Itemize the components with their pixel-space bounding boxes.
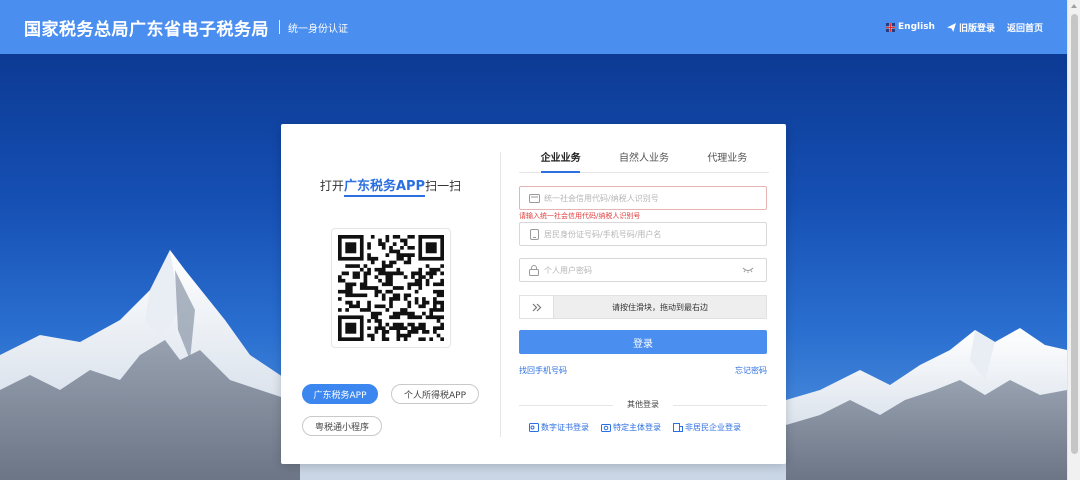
other-login-separator: 其他登录 [519,399,767,411]
other-login-methods: 数字证书登录 特定主体登录 非居民企业登录 [529,422,769,433]
password-placeholder: 个人用户密码 [544,265,592,275]
back-home-label: 返回首页 [1006,23,1043,34]
forgot-password-link[interactable]: 忘记密码 [735,365,767,376]
hide-password-eye-icon[interactable] [742,267,754,273]
app-tab-label: 个人所得税APP [403,390,466,401]
qr-code-image [338,235,444,341]
certificate-login-label: 数字证书登录 [541,423,589,432]
flag-icon [886,22,896,32]
slider-hint: 请按住滑块，拖动到最右边 [612,302,708,312]
tab-enterprise[interactable]: 企业业务 [519,151,602,173]
camera-icon [601,424,611,432]
old-version-login-link[interactable]: 旧版登录 [946,21,995,34]
certificate-login-link[interactable]: 数字证书登录 [529,422,589,433]
scan-app-name: 广东税务APP [343,179,426,197]
page-scrollbar[interactable] [1067,0,1080,480]
separator-line-right [673,405,767,406]
old-version-login-label: 旧版登录 [958,23,995,34]
english-link-label: English [898,22,935,32]
credit-code-placeholder: 统一社会信用代码/纳税人识别号 [544,193,659,203]
app-tab-iit[interactable]: 个人所得税APP [391,384,479,404]
scroll-thumb[interactable] [1071,14,1078,454]
card-divider [500,152,501,437]
header-links: English 旧版登录 返回首页 [886,0,1043,54]
credit-code-input[interactable]: 统一社会信用代码/纳税人识别号 [519,186,767,210]
scan-prefix: 打开 [319,179,344,193]
app-tab-guangdong-tax[interactable]: 广东税务APP [302,384,378,404]
certificate-icon [529,423,539,432]
nonresident-login-label: 非居民企业登录 [685,423,741,432]
tab-individual[interactable]: 自然人业务 [602,151,685,172]
login-card: 打开广东税务APP扫一扫 广东税务APP 个人所得税APP 粤税通小程序 企业业… [281,124,786,464]
login-form-panel: 企业业务 自然人业务 代理业务 统一社会信用代码/纳税人识别号 请输入统一社会信… [519,124,769,464]
phone-icon [528,228,540,240]
english-link[interactable]: English [886,22,935,32]
slide-verification: 请按住滑块，拖动到最右边 [519,295,767,319]
specific-entity-login-label: 特定主体登录 [613,423,661,432]
title-divider [279,20,280,34]
scroll-up-arrow-icon[interactable] [1071,4,1077,8]
account-placeholder: 居民身份证号码/手机号码/用户名 [544,229,662,239]
slider-handle[interactable] [520,296,554,318]
recover-phone-link[interactable]: 找回手机号码 [519,365,567,376]
credit-code-error: 请输入统一社会信用代码/纳税人识别号 [519,212,641,220]
business-tabs: 企业业务 自然人业务 代理业务 [519,151,769,173]
id-card-icon [528,192,540,204]
specific-entity-login-link[interactable]: 特定主体登录 [601,422,661,433]
qr-login-panel: 打开广东税务APP扫一扫 广东税务APP 个人所得税APP 粤税通小程序 [281,124,500,464]
account-input[interactable]: 居民身份证号码/手机号码/用户名 [519,222,767,246]
back-home-link[interactable]: 返回首页 [1007,21,1043,34]
app-tab-label: 粤税通小程序 [314,422,369,433]
nonresident-login-link[interactable]: 非居民企业登录 [673,422,741,433]
scan-suffix: 扫一扫 [425,179,462,193]
app-tab-miniprogram[interactable]: 粤税通小程序 [302,416,382,436]
enterprise-icon [673,423,683,432]
login-button[interactable]: 登录 [519,330,767,354]
plane-icon [946,22,956,32]
tab-agent[interactable]: 代理业务 [686,151,769,172]
scan-instruction: 打开广东税务APP扫一扫 [281,175,500,197]
top-header: 国家税务总局广东省电子税务局 统一身份认证 English 旧版登录 返回首页 [0,0,1067,54]
lock-icon [528,264,540,276]
site-subtitle: 统一身份认证 [288,23,348,35]
password-input[interactable]: 个人用户密码 [519,258,767,282]
site-title: 国家税务总局广东省电子税务局 [24,19,269,40]
double-chevron-right-icon [532,303,541,311]
qr-code [331,228,451,348]
app-tab-label: 广东税务APP [313,390,367,401]
